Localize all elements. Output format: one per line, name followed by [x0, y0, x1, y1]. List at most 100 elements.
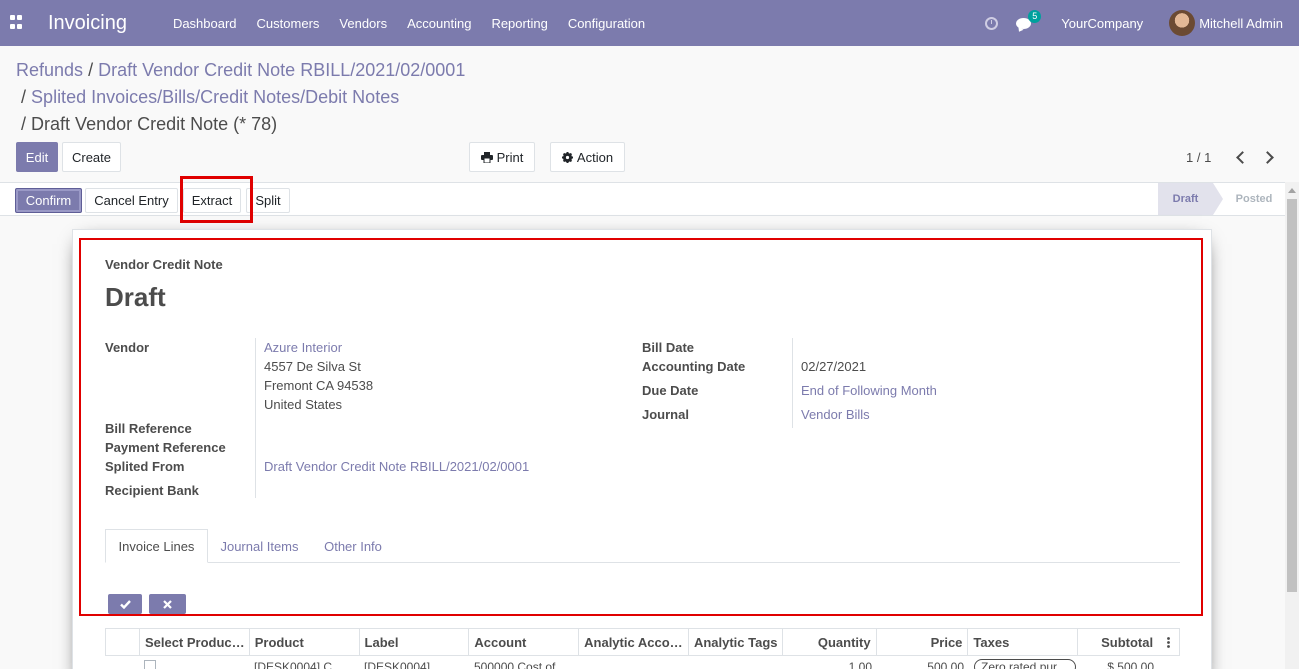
notebook-tabs: Invoice Lines Journal Items Other Info	[105, 529, 1180, 563]
breadcrumb-separator: /	[21, 114, 27, 134]
menu-item-dashboard[interactable]: Dashboard	[173, 16, 237, 31]
due-date-label: Due Date	[642, 383, 699, 398]
product-cell[interactable]: [DESK0004] C…	[249, 656, 359, 669]
column-header-label[interactable]: Label	[360, 629, 470, 655]
apps-menu-icon[interactable]	[10, 15, 26, 31]
field-divider	[792, 338, 793, 428]
analytic-account-cell[interactable]	[579, 656, 689, 669]
action-label: Action	[576, 149, 614, 165]
print-label: Print	[496, 149, 524, 165]
scroll-thumb[interactable]	[1287, 199, 1297, 592]
invoice-lines-table-header: Select Produc… Product Label Account Ana…	[105, 628, 1180, 656]
document-type-label: Vendor Credit Note	[105, 257, 223, 272]
account-cell[interactable]: 500000 Cost of…	[469, 656, 579, 669]
splited-from-label: Splited From	[105, 459, 185, 474]
column-header-select-product[interactable]: Select Produc…	[140, 629, 250, 655]
tax-tag: Zero rated pur…	[974, 659, 1077, 669]
price-cell[interactable]: 500.00	[877, 656, 969, 669]
column-header-analytic-account[interactable]: Analytic Acco…	[579, 629, 689, 655]
splited-from-link[interactable]: Draft Vendor Credit Note RBILL/2021/02/0…	[264, 459, 529, 474]
systray: 5 YourCompany Mitchell Admin	[985, 0, 1283, 46]
stage-posted[interactable]: Posted	[1213, 183, 1285, 215]
vendor-address-line: Fremont CA 94538	[264, 378, 374, 393]
label-cell[interactable]: [DESK0004]…	[359, 656, 469, 669]
top-navbar: Invoicing Dashboard Customers Vendors Ac…	[0, 0, 1299, 46]
vendor-address-line: United States	[264, 397, 343, 412]
table-row[interactable]: [DESK0004] C… [DESK0004]… 500000 Cost of…	[105, 656, 1180, 669]
chevron-left-icon[interactable]	[1234, 150, 1246, 164]
stage-draft: Draft	[1158, 183, 1223, 215]
column-header-taxes[interactable]: Taxes	[968, 629, 1079, 655]
subtotal-cell: $ 500.00	[1107, 660, 1154, 669]
pager-value[interactable]: 1 / 1	[1186, 150, 1211, 165]
messaging-menu[interactable]: 5	[1016, 9, 1042, 29]
quantity-cell[interactable]: 1.00	[783, 656, 877, 669]
split-button[interactable]: Split	[246, 188, 290, 213]
breadcrumb-refunds[interactable]: Refunds	[16, 60, 83, 80]
main-menu: Dashboard Customers Vendors Accounting R…	[173, 16, 665, 31]
select-product-cell[interactable]	[139, 656, 249, 669]
app-name[interactable]: Invoicing	[48, 12, 127, 35]
accounting-date-value: 02/27/2021	[801, 359, 867, 374]
menu-item-customers[interactable]: Customers	[257, 16, 320, 31]
chevron-right-icon[interactable]	[1262, 150, 1274, 164]
save-lines-button[interactable]	[108, 594, 142, 614]
document-title: Draft	[105, 282, 166, 312]
cancel-entry-button[interactable]: Cancel Entry	[85, 188, 178, 213]
accounting-date-label: Accounting Date	[642, 359, 746, 374]
breadcrumb-current: Draft Vendor Credit Note (* 78)	[31, 114, 278, 134]
tab-other-info[interactable]: Other Info	[311, 529, 395, 563]
gear-icon	[561, 151, 573, 163]
tab-invoice-lines[interactable]: Invoice Lines	[105, 529, 208, 563]
company-switcher[interactable]: YourCompany	[1061, 16, 1143, 31]
checkbox[interactable]	[144, 660, 156, 669]
page-scrollbar[interactable]	[1285, 182, 1299, 669]
discard-lines-button[interactable]	[149, 594, 186, 614]
menu-item-configuration[interactable]: Configuration	[568, 16, 645, 31]
clock-icon[interactable]	[985, 16, 999, 30]
journal-link[interactable]: Vendor Bills	[801, 407, 870, 422]
close-icon	[163, 599, 172, 609]
check-icon	[119, 599, 131, 609]
row-drag-cell	[105, 656, 139, 669]
status-bar: Confirm Cancel Entry Extract Split Draft…	[0, 182, 1285, 216]
vendor-name-link[interactable]: Azure Interior	[264, 340, 342, 355]
create-button[interactable]: Create	[62, 142, 121, 172]
print-icon	[480, 151, 493, 163]
user-menu[interactable]: Mitchell Admin	[1199, 16, 1283, 31]
bill-date-label: Bill Date	[642, 340, 695, 355]
row-select-column	[106, 629, 140, 655]
column-header-account[interactable]: Account	[469, 629, 580, 655]
column-header-analytic-tags[interactable]: Analytic Tags	[689, 629, 783, 655]
recipient-bank-label: Recipient Bank	[105, 483, 199, 498]
column-header-quantity[interactable]: Quantity	[783, 629, 877, 655]
print-button[interactable]: Print	[469, 142, 535, 172]
journal-label: Journal	[642, 407, 689, 422]
taxes-cell[interactable]: Zero rated pur…	[969, 656, 1079, 669]
edit-button[interactable]: Edit	[16, 142, 58, 172]
due-date-link[interactable]: End of Following Month	[801, 383, 937, 398]
scroll-up-arrow-icon[interactable]	[1288, 188, 1296, 193]
column-header-price[interactable]: Price	[877, 629, 969, 655]
payment-reference-label: Payment Reference	[105, 440, 226, 455]
action-button[interactable]: Action	[550, 142, 625, 172]
column-options-icon[interactable]	[1158, 629, 1179, 655]
menu-item-reporting[interactable]: Reporting	[491, 16, 547, 31]
column-header-product[interactable]: Product	[250, 629, 360, 655]
menu-item-accounting[interactable]: Accounting	[407, 16, 471, 31]
breadcrumb-separator: /	[88, 60, 94, 80]
bill-reference-label: Bill Reference	[105, 421, 192, 436]
field-divider	[255, 338, 256, 498]
analytic-tags-cell[interactable]	[689, 656, 783, 669]
chat-count-badge: 5	[1028, 9, 1042, 23]
confirm-button[interactable]: Confirm	[15, 188, 82, 213]
tab-journal-items[interactable]: Journal Items	[208, 529, 311, 563]
breadcrumb-splited-invoices[interactable]: Splited Invoices/Bills/Credit Notes/Debi…	[31, 87, 399, 107]
avatar[interactable]	[1169, 10, 1196, 36]
breadcrumb-credit-note[interactable]: Draft Vendor Credit Note RBILL/2021/02/0…	[98, 60, 465, 80]
menu-item-vendors[interactable]: Vendors	[339, 16, 387, 31]
column-header-subtotal[interactable]: Subtotal	[1078, 629, 1158, 655]
vendor-label: Vendor	[105, 340, 150, 355]
breadcrumb-separator: /	[21, 87, 27, 107]
extract-button[interactable]: Extract	[183, 188, 241, 213]
